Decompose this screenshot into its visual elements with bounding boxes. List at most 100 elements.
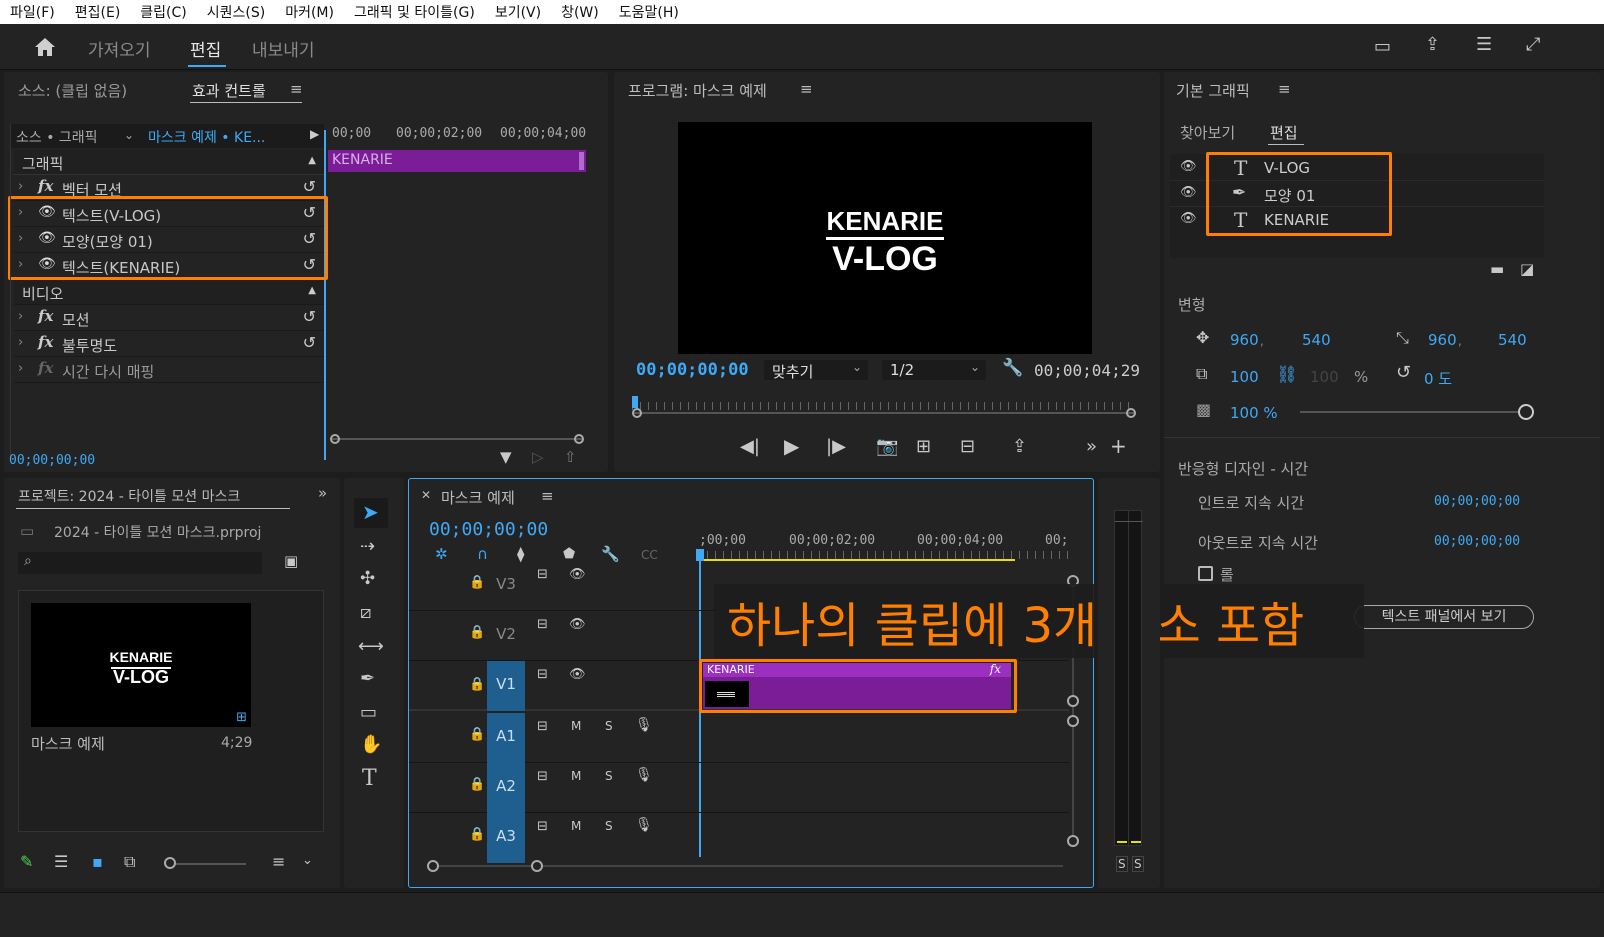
sync-icon[interactable]: ⊟ bbox=[537, 719, 548, 734]
nest-icon[interactable]: ✲ bbox=[435, 547, 448, 562]
expand-chevron-icon[interactable]: › bbox=[18, 335, 23, 350]
effect-controls-tab[interactable]: 효과 컨트롤 bbox=[192, 80, 266, 101]
tab-export[interactable]: 내보내기 bbox=[252, 36, 315, 61]
fullscreen-icon[interactable]: ⤢ bbox=[1526, 36, 1540, 54]
sync-icon[interactable]: ⊟ bbox=[537, 769, 548, 784]
reset-icon[interactable]: ↺ bbox=[303, 333, 316, 352]
pen-tool-icon[interactable]: ✒ bbox=[360, 670, 375, 688]
program-scrubber[interactable] bbox=[632, 396, 1136, 418]
pencil-icon[interactable]: ✎ bbox=[20, 854, 33, 870]
program-timecode[interactable]: 00;00;00;00 bbox=[636, 360, 749, 380]
tab-browse[interactable]: 찾아보기 bbox=[1180, 122, 1235, 143]
panel-menu-icon[interactable]: ≡ bbox=[800, 80, 813, 98]
anchor-x[interactable]: 960 bbox=[1428, 331, 1457, 349]
zoom-slider-thumb[interactable] bbox=[164, 857, 176, 869]
solo-left-button[interactable]: S bbox=[1116, 856, 1128, 872]
lock-icon[interactable]: 🔒 bbox=[469, 727, 485, 742]
mute-button[interactable]: M bbox=[571, 719, 581, 733]
menu-window[interactable]: 창(W) bbox=[561, 2, 599, 22]
project-title[interactable]: 프로젝트: 2024 - 타이틀 모션 마스크 bbox=[18, 486, 240, 506]
solo-right-button[interactable]: S bbox=[1132, 856, 1144, 872]
type-tool-icon[interactable]: T bbox=[362, 768, 377, 790]
collapse-icon[interactable]: ▲ bbox=[308, 155, 316, 166]
program-video-frame[interactable]: KENARIE V-LOG bbox=[678, 122, 1092, 354]
panel-menu-icon[interactable]: ≡ bbox=[290, 80, 303, 98]
slip-icon[interactable]: ⟷ bbox=[358, 638, 384, 656]
wrench-icon[interactable]: 🔧 bbox=[1002, 360, 1023, 377]
pos-x[interactable]: 960 bbox=[1230, 331, 1259, 349]
ec-row-motion[interactable]: › fx 모션 ↺ bbox=[14, 306, 324, 331]
solo-button[interactable]: S bbox=[605, 719, 613, 733]
play-triangle-icon[interactable]: ▶ bbox=[310, 127, 319, 141]
settings-wrench-icon[interactable]: 🔧 bbox=[601, 547, 620, 562]
more-icon[interactable]: » bbox=[1086, 438, 1097, 456]
anchor-y[interactable]: 540 bbox=[1498, 331, 1527, 349]
clip-end-handle[interactable] bbox=[579, 152, 584, 170]
opacity-slider-thumb[interactable] bbox=[1518, 404, 1534, 420]
horizontal-scrollbar[interactable] bbox=[427, 859, 1067, 873]
panel-menu-icon[interactable]: ≡ bbox=[1278, 80, 1291, 98]
ec-ruler[interactable]: 00;00 00;00;02;00 00;00;04;00 bbox=[326, 124, 590, 148]
mute-button[interactable]: M bbox=[571, 769, 581, 783]
tab-import[interactable]: 가져오기 bbox=[88, 36, 151, 61]
lock-icon[interactable]: 🔒 bbox=[469, 575, 485, 590]
zoom-slider[interactable] bbox=[164, 863, 246, 865]
selection-tool-icon[interactable]: ➤ bbox=[362, 502, 379, 522]
menu-clip[interactable]: 클립(C) bbox=[140, 2, 186, 22]
expand-chevron-icon[interactable]: › bbox=[18, 309, 23, 324]
sync-icon[interactable]: ⊟ bbox=[537, 819, 548, 834]
pos-y[interactable]: 540 bbox=[1302, 331, 1331, 349]
export-frame-icon[interactable]: ⇧ bbox=[564, 450, 577, 465]
collapse-icon[interactable]: ▲ bbox=[308, 285, 316, 296]
add-button-icon[interactable]: + bbox=[1110, 436, 1127, 456]
program-title[interactable]: 프로그램: 마스크 예제 bbox=[628, 80, 767, 101]
lock-icon[interactable]: 🔒 bbox=[469, 827, 485, 842]
export-icon[interactable]: ⇪ bbox=[1012, 438, 1027, 456]
eye-icon[interactable]: 👁 bbox=[569, 617, 586, 632]
project-search-input[interactable]: ⌕ bbox=[18, 552, 262, 574]
eye-icon[interactable]: 👁 bbox=[569, 567, 586, 582]
intro-value[interactable]: 00;00;00;00 bbox=[1434, 494, 1520, 509]
step-forward-icon[interactable]: |▶ bbox=[826, 438, 846, 456]
panel-icon[interactable]: ▭ bbox=[1374, 38, 1391, 56]
ec-row-opacity[interactable]: › fx 불투명도 ↺ bbox=[14, 332, 324, 357]
menu-graphics[interactable]: 그래픽 및 타이틀(G) bbox=[354, 2, 475, 22]
icon-view-icon[interactable]: ▪ bbox=[92, 854, 103, 870]
menu-view[interactable]: 보기(V) bbox=[495, 2, 541, 22]
roll-checkbox[interactable] bbox=[1198, 566, 1213, 581]
new-layer-icon[interactable]: ◪ bbox=[1520, 262, 1534, 277]
reset-icon[interactable]: ↺ bbox=[303, 307, 316, 326]
mic-icon[interactable]: 🎙 bbox=[635, 817, 653, 833]
track-a3[interactable]: 🔒 A3 ⊟ M S 🎙 bbox=[409, 813, 1069, 863]
folder-icon[interactable]: ▬ bbox=[1490, 262, 1504, 277]
mic-icon[interactable]: 🎙 bbox=[635, 767, 653, 783]
track-label[interactable]: V2 bbox=[487, 611, 525, 661]
more-panels-icon[interactable]: » bbox=[318, 484, 327, 502]
ec-zoom-scrollbar[interactable] bbox=[330, 434, 584, 444]
project-thumbnail[interactable]: KENARIE V-LOG ⊞ bbox=[31, 603, 251, 727]
share-icon[interactable]: ⇪ bbox=[1425, 36, 1440, 54]
tab-edit-graphics[interactable]: 편집 bbox=[1270, 122, 1298, 143]
camera-icon[interactable]: 📷 bbox=[876, 438, 898, 456]
reset-icon[interactable]: ↺ bbox=[303, 177, 316, 196]
eye-icon[interactable]: 👁 bbox=[1180, 159, 1197, 174]
mute-button[interactable]: M bbox=[571, 819, 581, 833]
step-back-icon[interactable]: ◀| bbox=[740, 438, 760, 456]
lift-icon[interactable]: ⊞ bbox=[916, 438, 931, 456]
new-bin-icon[interactable]: ▣ bbox=[284, 554, 298, 569]
lock-icon[interactable]: 🔒 bbox=[469, 677, 485, 692]
eye-icon[interactable]: 👁 bbox=[1180, 211, 1197, 226]
fit-dropdown[interactable]: 맞추기 ⌄ bbox=[764, 360, 868, 381]
track-label[interactable]: A2 bbox=[487, 763, 525, 813]
eye-icon[interactable]: 👁 bbox=[569, 667, 586, 682]
source-tab[interactable]: 소스: (클립 없음) bbox=[18, 80, 127, 101]
home-icon[interactable] bbox=[34, 37, 56, 57]
track-label[interactable]: V3 bbox=[487, 557, 525, 607]
lock-icon[interactable]: 🔒 bbox=[469, 625, 485, 640]
outro-value[interactable]: 00;00;00;00 bbox=[1434, 534, 1520, 549]
loop-icon[interactable]: ▷ bbox=[532, 450, 544, 465]
chevron-down-icon[interactable]: ⌄ bbox=[302, 854, 313, 867]
resolution-dropdown[interactable]: 1/2 ⌄ bbox=[882, 360, 986, 380]
opacity-slider-track[interactable] bbox=[1300, 411, 1522, 413]
track-label[interactable]: A3 bbox=[487, 813, 525, 863]
